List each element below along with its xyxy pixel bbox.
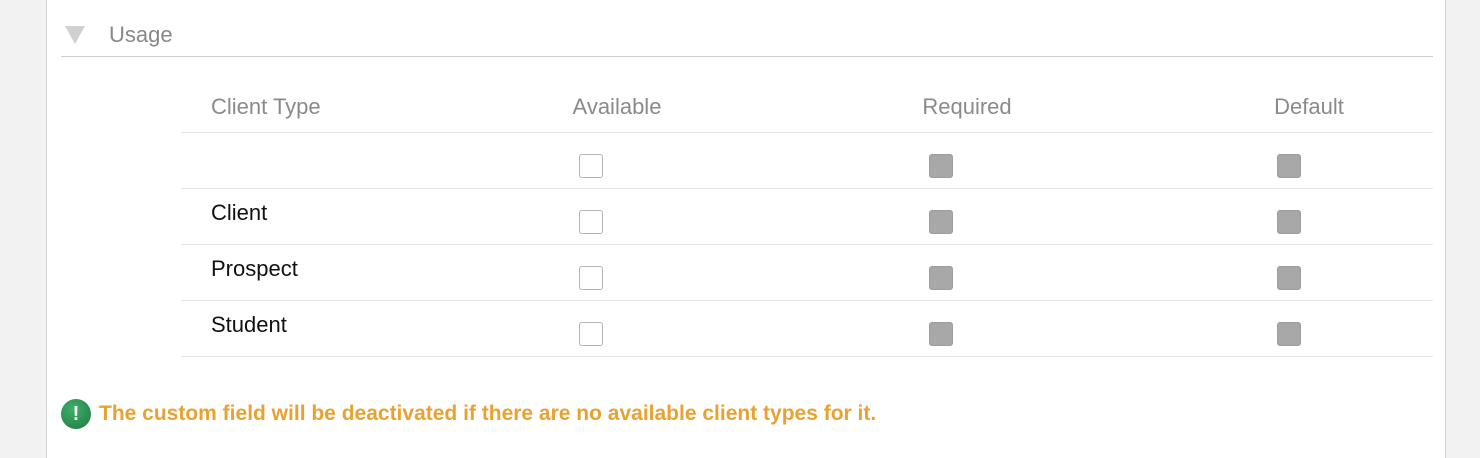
header-client-type: Client Type [211,94,321,119]
usage-panel: Usage Client Type Available Required Def… [46,0,1446,458]
required-checkbox-disabled [929,266,953,290]
table-row: Client [181,189,1433,245]
available-checkbox[interactable] [579,266,603,290]
required-checkbox-disabled [929,210,953,234]
exclamation-circle-icon: ! [61,399,91,429]
available-checkbox[interactable] [579,154,603,178]
default-checkbox-disabled [1277,210,1301,234]
client-type-label: Student [211,312,287,337]
available-checkbox[interactable] [579,322,603,346]
default-checkbox-disabled [1277,322,1301,346]
table-row [181,133,1433,189]
header-available: Available [572,94,662,119]
notice-text: The custom field will be deactivated if … [99,402,877,425]
client-type-label: Client [211,200,268,225]
table-row: Prospect [181,245,1433,301]
client-type-label: Prospect [211,256,298,281]
default-checkbox-disabled [1277,266,1301,290]
available-checkbox[interactable] [579,210,603,234]
usage-table: Client Type Available Required Default C… [181,78,1433,357]
default-checkbox-disabled [1277,154,1301,178]
header-required: Required [922,94,1012,119]
table-header-row: Client Type Available Required Default [181,78,1433,133]
required-checkbox-disabled [929,322,953,346]
usage-section-header[interactable]: Usage [61,14,1433,57]
deactivation-notice: ! The custom field will be deactivated i… [61,399,876,429]
header-default: Default [1274,94,1344,119]
collapse-triangle-icon[interactable] [65,26,85,44]
table-row: Student [181,301,1433,357]
required-checkbox-disabled [929,154,953,178]
section-title[interactable]: Usage [109,22,173,48]
